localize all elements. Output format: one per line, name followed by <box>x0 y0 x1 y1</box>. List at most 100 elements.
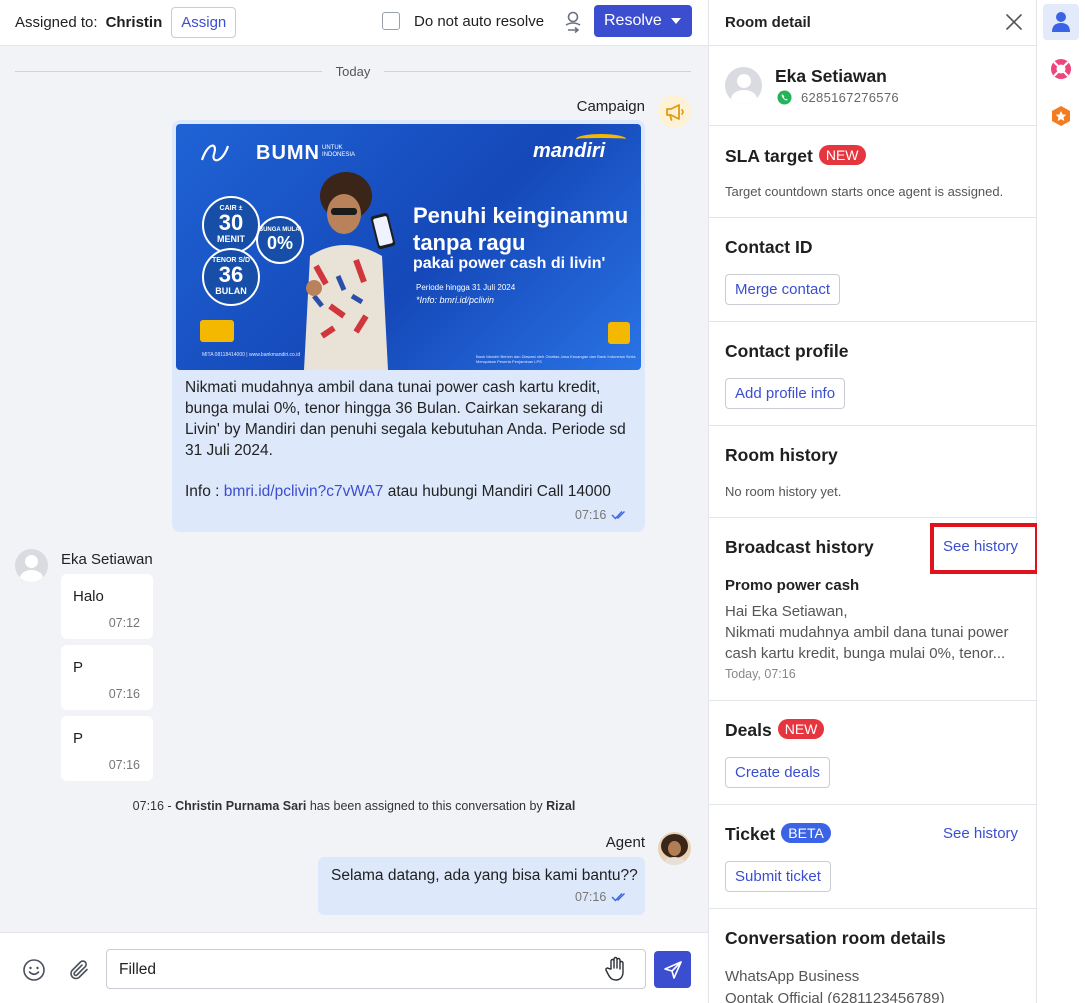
agent-handover-icon[interactable] <box>563 11 583 33</box>
campaign-info-line: Info : bmri.id/pclivin?c7vWA7 atau hubun… <box>185 483 611 500</box>
ticket-section: Ticket BETA See history Submit ticket <box>709 805 1037 909</box>
deals-section: Deals NEW Create deals <box>709 701 1037 805</box>
agent-avatar <box>658 832 691 865</box>
double-check-icon <box>611 893 626 902</box>
campaign-info-link[interactable]: bmri.id/pclivin?c7vWA7 <box>224 483 384 500</box>
campaign-message-bubble: BUMN UNTUK INDONESIA mandiri CAIR ± 30 M… <box>172 120 645 532</box>
banner-period: Periode hingga 31 Juli 2024 *Info: bmri.… <box>416 283 516 305</box>
agent-message-bubble: Selama datang, ada yang bisa kami bantu?… <box>318 857 645 915</box>
bumn-logo-icon <box>200 144 230 162</box>
assign-button[interactable]: Assign <box>171 7 237 38</box>
date-divider: Today <box>15 63 691 79</box>
contact-name: Eka Setiawan <box>775 66 887 86</box>
room-detail-panel: Room detail Eka Setiawan 6285167276576 S… <box>708 0 1039 1003</box>
message-input-value: Filled <box>119 961 157 978</box>
conversation-panel: Assigned to: Christin Assign Do not auto… <box>0 0 708 1003</box>
rail-support-tab[interactable] <box>1043 51 1079 87</box>
message-input[interactable]: Filled <box>106 949 646 989</box>
rail-reward-tab[interactable] <box>1043 98 1079 134</box>
banner-headline: Penuhi keinginanmu tanpa ragu <box>413 203 629 255</box>
contact-phone: 6285167276576 <box>801 90 899 105</box>
contact-card: Eka Setiawan 6285167276576 <box>709 46 1037 126</box>
incoming-message: Halo 07:12 <box>61 574 153 639</box>
new-badge: NEW <box>818 145 866 165</box>
message-composer: Filled <box>0 932 708 1003</box>
contact-id-section: Contact ID Merge contact <box>709 218 1037 322</box>
banner-brand: mandiri <box>533 140 606 162</box>
customer-sender-name: Eka Setiawan <box>61 551 153 568</box>
hexagon-star-icon <box>1052 106 1070 126</box>
room-detail-title: Room detail <box>725 14 811 31</box>
highlight-frame <box>930 523 1039 574</box>
hand-wave-icon[interactable] <box>604 956 628 982</box>
submit-ticket-button[interactable]: Submit ticket <box>725 861 831 892</box>
auto-resolve-label: Do not auto resolve <box>414 12 545 30</box>
banner-person-illustration <box>304 172 396 370</box>
contact-profile-title: Contact profile <box>725 341 849 361</box>
close-icon[interactable] <box>1005 13 1023 31</box>
room-history-title: Room history <box>725 445 838 465</box>
user-icon <box>1052 12 1070 32</box>
rail-contact-tab[interactable] <box>1043 4 1079 40</box>
broadcast-item-time: Today, 07:16 <box>725 667 796 681</box>
contact-id-title: Contact ID <box>725 237 813 257</box>
campaign-body: Nikmati mudahnya ambil dana tunai power … <box>185 379 626 459</box>
sla-target-title: SLA target NEW <box>725 145 866 167</box>
broadcast-history-title: Broadcast history <box>725 537 874 557</box>
beta-badge: BETA <box>781 823 831 843</box>
banner-badge-36-bulan: TENOR S/D 36 BULAN <box>202 248 260 306</box>
banner-badge-30-menit: CAIR ± 30 MENIT <box>202 196 260 254</box>
campaign-message-text: Nikmati mudahnya ambil dana tunai power … <box>185 377 630 502</box>
side-rail <box>1037 0 1085 1003</box>
assigned-agent-name: Christin <box>105 14 163 31</box>
broadcast-item-preview: Hai Eka Setiawan, Nikmati mudahnya ambil… <box>725 603 1009 662</box>
sla-target-note: Target countdown starts once agent is as… <box>725 184 1004 199</box>
customer-avatar <box>15 549 48 582</box>
send-button[interactable] <box>654 951 691 988</box>
incoming-message: P 07:16 <box>61 645 153 710</box>
contact-profile-section: Contact profile Add profile info <box>709 322 1037 426</box>
room-detail-header: Room detail <box>709 0 1037 46</box>
channel-label: WhatsApp Business <box>725 968 860 985</box>
sla-target-section: SLA target NEW Target countdown starts on… <box>709 126 1037 218</box>
livin-app-icon <box>608 322 630 344</box>
double-check-icon <box>611 511 626 520</box>
agent-sender-name: Agent <box>605 834 645 851</box>
campaign-sender-name: Campaign <box>576 98 645 115</box>
create-deals-button[interactable]: Create deals <box>725 757 831 788</box>
broadcast-item-title: Promo power cash <box>725 577 860 594</box>
incoming-message: P 07:16 <box>61 716 153 781</box>
ticket-title: Ticket BETA <box>725 823 831 845</box>
assigned-label: Assigned to: <box>15 14 98 31</box>
incoming-message-time: 07:16 <box>108 687 140 701</box>
room-history-section: Room history No room history yet. <box>709 426 1037 518</box>
rp-card-icon <box>200 320 234 342</box>
add-profile-info-button[interactable]: Add profile info <box>725 378 846 409</box>
incoming-message-text: Halo <box>73 588 104 605</box>
agent-message-text: Selama datang, ada yang bisa kami bantu?… <box>331 867 638 884</box>
contact-avatar <box>725 67 762 104</box>
whatsapp-icon <box>777 90 792 105</box>
new-badge: NEW <box>777 719 825 739</box>
ticket-see-history-link[interactable]: See history <box>943 825 1018 842</box>
room-history-note: No room history yet. <box>725 484 842 499</box>
emoji-icon[interactable] <box>22 958 46 982</box>
campaign-banner-image[interactable]: BUMN UNTUK INDONESIA mandiri CAIR ± 30 M… <box>176 124 641 370</box>
conversation-room-details-title: Conversation room details <box>725 928 946 948</box>
merge-contact-button[interactable]: Merge contact <box>725 274 841 305</box>
auto-resolve-checkbox[interactable] <box>382 12 400 30</box>
banner-footer-left: MITA 08118414000 | www.bankmandiri.co.id <box>202 352 301 358</box>
incoming-message-text: P <box>73 659 84 676</box>
resolve-button[interactable]: Resolve <box>594 5 692 37</box>
incoming-message-time: 07:12 <box>108 616 140 630</box>
channel-value: Qontak Official (6281123456789) <box>725 990 945 1003</box>
megaphone-icon <box>658 95 691 128</box>
chevron-down-icon[interactable] <box>671 18 681 24</box>
banner-subheadline: pakai power cash di livin' <box>413 255 606 272</box>
incoming-message-time: 07:16 <box>108 758 140 772</box>
paperclip-icon[interactable] <box>67 958 91 982</box>
resolve-label: Resolve <box>604 12 662 29</box>
campaign-message-time: 07:16 <box>575 508 629 522</box>
auto-resolve-toggle[interactable]: Do not auto resolve <box>382 12 544 30</box>
assignment-system-message: 07:16 - Christin Purnama Sari has been a… <box>132 799 576 813</box>
